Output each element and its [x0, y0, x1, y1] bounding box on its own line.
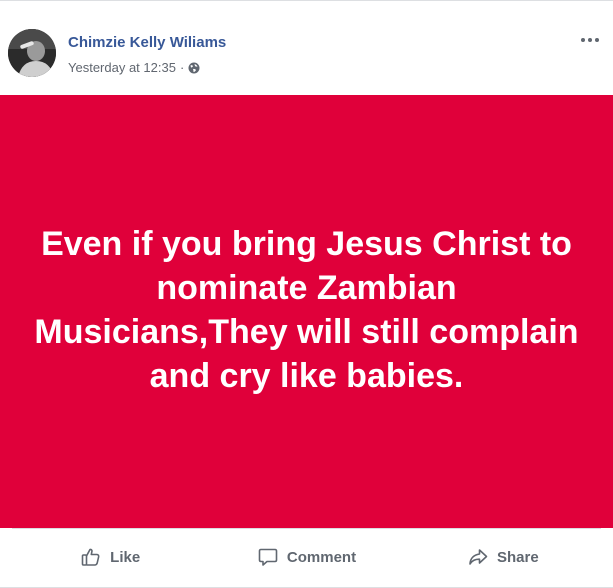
share-label: Share: [496, 548, 539, 566]
post-timestamp[interactable]: Yesterday at 12:35: [68, 60, 176, 75]
post-card: Chimzie Kelly Wiliams Yesterday at 12:35…: [0, 0, 613, 588]
post-text: Even if you bring Jesus Christ to nomina…: [34, 224, 579, 395]
more-options-icon[interactable]: [577, 31, 603, 49]
share-icon: [467, 546, 489, 568]
post-meta: Yesterday at 12:35 ·: [68, 60, 200, 75]
like-button[interactable]: Like: [12, 529, 208, 585]
author-avatar[interactable]: [8, 29, 56, 77]
share-button[interactable]: Share: [405, 529, 601, 585]
comment-label: Comment: [286, 548, 357, 566]
post-header: Chimzie Kelly Wiliams Yesterday at 12:35…: [0, 1, 613, 95]
comment-icon: [257, 546, 279, 568]
thumbs-up-icon: [80, 546, 102, 568]
globe-icon[interactable]: [188, 62, 200, 74]
like-label: Like: [110, 548, 141, 566]
author-name[interactable]: Chimzie Kelly Wiliams: [68, 34, 226, 51]
post-text-background: Even if you bring Jesus Christ to nomina…: [0, 95, 613, 528]
post-actions-bar: Like Comment Share: [12, 528, 601, 585]
meta-separator: ·: [179, 60, 185, 75]
comment-button[interactable]: Comment: [208, 529, 404, 585]
